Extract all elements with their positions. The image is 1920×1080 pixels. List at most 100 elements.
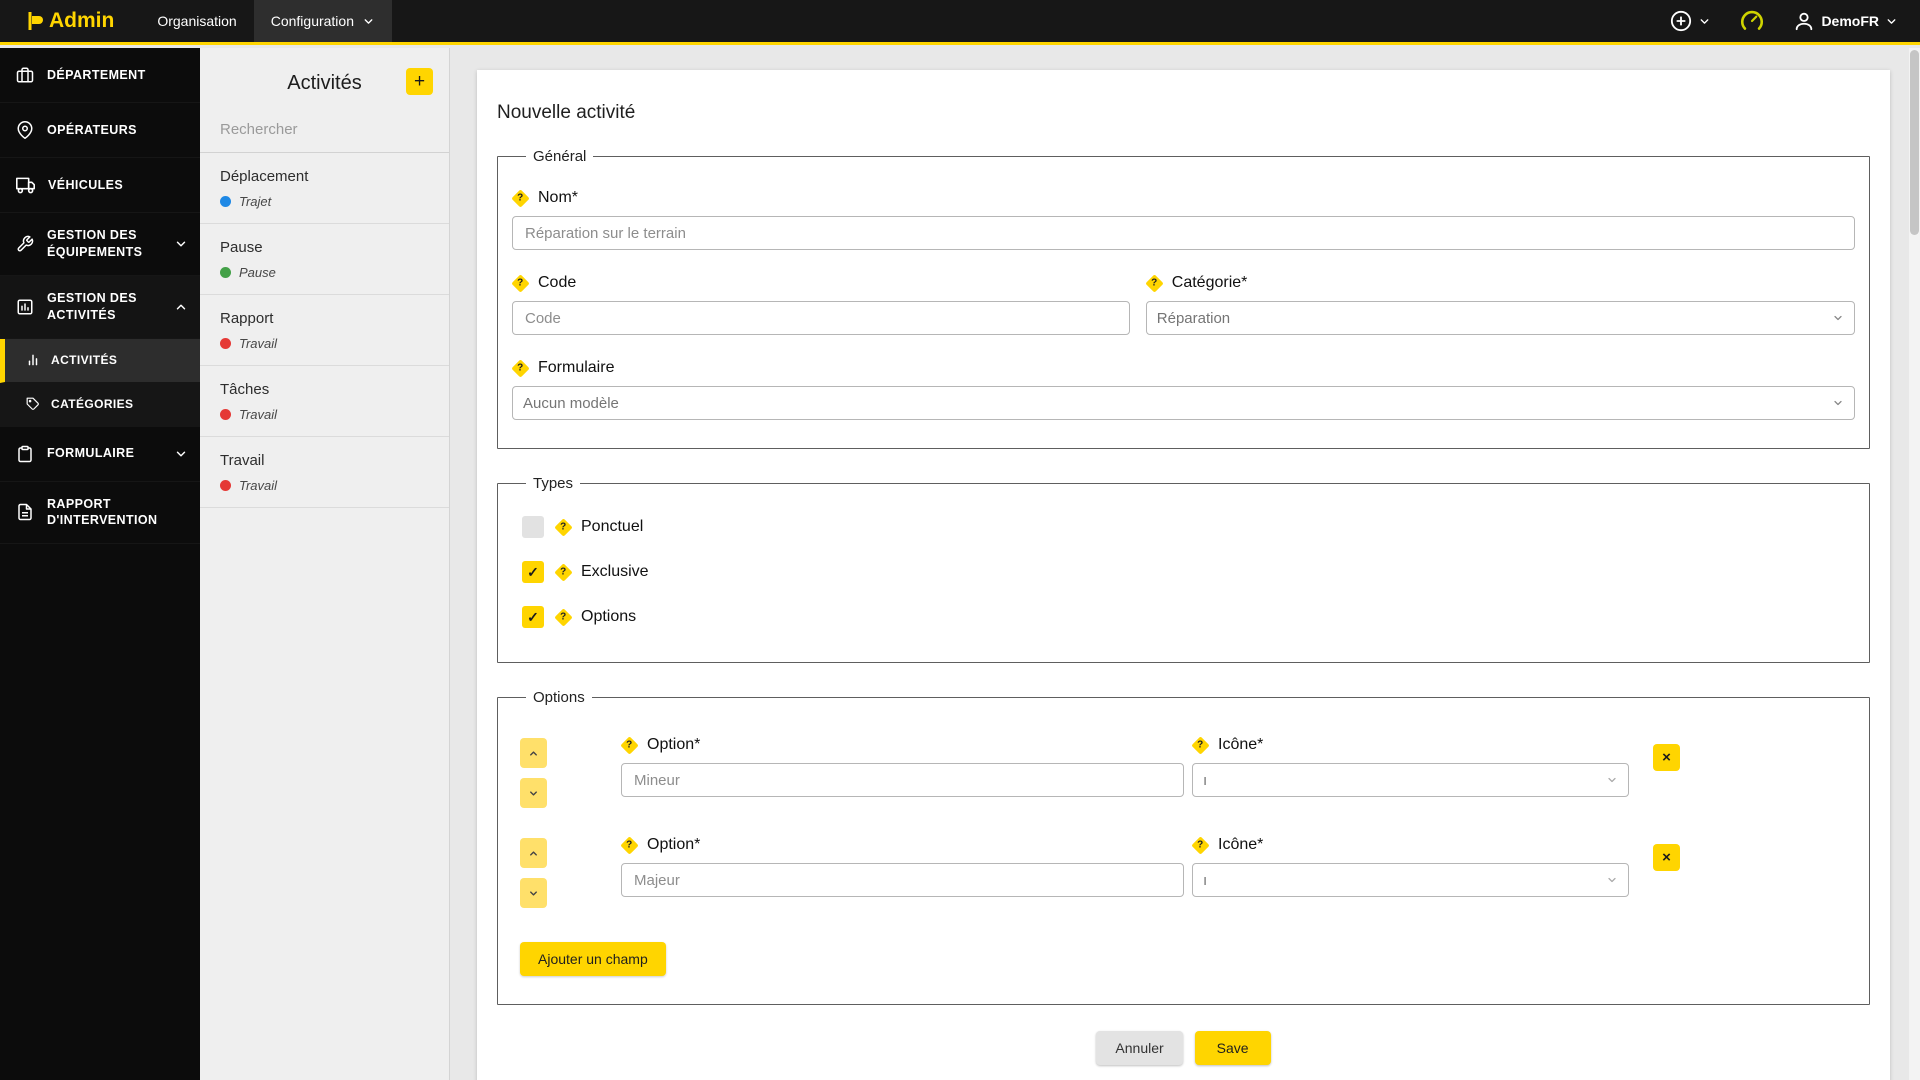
option-input[interactable] <box>621 863 1184 897</box>
help-icon[interactable]: ? <box>1145 273 1164 293</box>
sidebar-item-rapport-intervention[interactable]: RAPPORT D'INTERVENTION <box>0 482 200 545</box>
option-label: Option* <box>647 836 701 853</box>
ponctuel-checkbox[interactable] <box>522 516 544 538</box>
help-icon[interactable]: ? <box>554 562 573 582</box>
save-button[interactable]: Save <box>1194 1031 1271 1065</box>
exclusive-checkbox[interactable] <box>522 561 544 583</box>
add-field-button[interactable]: Ajouter un champ <box>520 942 666 976</box>
exclusive-label: ? Exclusive <box>554 562 649 582</box>
delete-option-button[interactable]: × <box>1653 844 1680 871</box>
briefcase-icon <box>16 66 34 84</box>
category-dot <box>220 409 231 420</box>
help-icon[interactable]: ? <box>511 358 530 378</box>
option-label-row: ? Option* <box>620 735 1184 755</box>
icone-label-row: ? Icône* <box>1191 835 1629 855</box>
move-up-button[interactable] <box>520 738 547 768</box>
icone-select[interactable]: ı <box>1192 863 1629 897</box>
reorder-controls <box>520 838 547 908</box>
option-field: ? Option* <box>620 835 1184 897</box>
activity-tag: Travail <box>220 478 429 493</box>
help-icon[interactable]: ? <box>554 517 573 537</box>
move-down-button[interactable] <box>520 878 547 908</box>
reorder-controls <box>520 738 547 808</box>
file-text-icon <box>16 503 34 521</box>
user-icon <box>1793 10 1815 32</box>
chevron-down-icon <box>174 447 188 461</box>
list-item-taches[interactable]: Tâches Travail <box>200 366 449 437</box>
option-input[interactable] <box>621 763 1184 797</box>
chevron-down-icon <box>1606 874 1618 886</box>
help-icon[interactable]: ? <box>1191 835 1210 855</box>
sidebar-item-gestion-activites[interactable]: GESTION DES ACTIVITÉS <box>0 275 200 339</box>
sidebar-item-label: GESTION DES ACTIVITÉS <box>47 290 137 322</box>
help-icon[interactable]: ? <box>1191 735 1210 755</box>
nom-input[interactable] <box>512 216 1855 250</box>
quick-add-menu[interactable] <box>1664 10 1717 32</box>
chart-board-icon <box>16 298 34 316</box>
fieldset-types: Types ? Ponctuel ? Exclusive ? O <box>497 475 1870 663</box>
categorie-field: ? Catégorie* Réparation <box>1145 273 1855 335</box>
main-content: Nouvelle activité Général ? Nom* ? Code <box>451 48 1920 1080</box>
help-icon[interactable]: ? <box>554 607 573 627</box>
icone-field: ? Icône* ı <box>1191 735 1629 797</box>
nav-organisation[interactable]: Organisation <box>140 0 253 42</box>
list-item-deplacement[interactable]: Déplacement Trajet <box>200 153 449 224</box>
help-icon[interactable]: ? <box>620 835 639 855</box>
option-label: Option* <box>647 736 701 753</box>
sidebar-item-formulaire[interactable]: FORMULAIRE <box>0 427 200 482</box>
icone-value: ı <box>1203 871 1208 889</box>
help-icon[interactable]: ? <box>511 273 530 293</box>
sidebar-item-gestion-equipements[interactable]: GESTION DES ÉQUIPEMENTS <box>0 213 200 276</box>
sidebar-item-departement[interactable]: DÉPARTEMENT <box>0 48 200 103</box>
sidebar-item-activites[interactable]: ACTIVITÉS <box>0 338 200 383</box>
option-row-2: ? Option* ? Icône* ı <box>512 835 1855 908</box>
plus-circle-icon <box>1670 10 1692 32</box>
code-input[interactable] <box>512 301 1130 335</box>
gauge-icon[interactable] <box>1731 8 1773 34</box>
help-icon[interactable]: ? <box>511 188 530 208</box>
page-scrollbar[interactable] <box>1909 48 1920 1080</box>
list-item-pause[interactable]: Pause Pause <box>200 224 449 295</box>
chevron-down-icon <box>174 237 188 251</box>
options-checkbox[interactable] <box>522 606 544 628</box>
sidebar-item-categories[interactable]: CATÉGORIES <box>0 382 200 427</box>
delete-option-button[interactable]: × <box>1653 744 1680 771</box>
help-icon[interactable]: ? <box>620 735 639 755</box>
option-field: ? Option* <box>620 735 1184 797</box>
sidebar-item-vehicules[interactable]: VÉHICULES <box>0 158 200 213</box>
fieldset-options-legend: Options <box>533 689 585 706</box>
add-activity-button[interactable]: + <box>406 68 433 95</box>
icone-select[interactable]: ı <box>1192 763 1629 797</box>
list-item-travail[interactable]: Travail Travail <box>200 437 449 508</box>
checkbox-label: Options <box>581 608 637 625</box>
list-item-rapport[interactable]: Rapport Travail <box>200 295 449 366</box>
cancel-button[interactable]: Annuler <box>1096 1031 1183 1065</box>
sidebar-item-label: CATÉGORIES <box>51 396 134 411</box>
user-name: DemoFR <box>1821 13 1879 29</box>
category-dot <box>220 196 231 207</box>
nav-configuration[interactable]: Configuration <box>253 0 392 42</box>
clipboard-icon <box>16 445 34 463</box>
nom-label: Nom* <box>538 189 579 206</box>
categorie-select[interactable]: Réparation <box>1145 301 1855 335</box>
sidebar-item-label: OPÉRATEURS <box>47 122 137 137</box>
scrollbar-thumb[interactable] <box>1910 50 1919 235</box>
move-up-button[interactable] <box>520 838 547 868</box>
search-input[interactable] <box>218 111 431 150</box>
chevron-down-icon <box>1885 15 1898 28</box>
nom-label-row: ? Nom* <box>511 188 1855 208</box>
sidebar-item-label: FORMULAIRE <box>47 446 135 461</box>
bar-chart-icon <box>26 353 40 367</box>
activity-tag-label: Travail <box>239 336 278 351</box>
user-menu[interactable]: DemoFR <box>1787 10 1904 32</box>
sidebar-item-operateurs[interactable]: OPÉRATEURS <box>0 103 200 158</box>
formulaire-select[interactable]: Aucun modèle <box>512 386 1855 420</box>
code-field: ? Code <box>511 273 1130 335</box>
categorie-label: Catégorie* <box>1171 274 1248 291</box>
app-logo[interactable]: Admin <box>0 0 140 42</box>
move-down-button[interactable] <box>520 778 547 808</box>
code-label-row: ? Code <box>511 273 1130 293</box>
panel-header: Activités + <box>200 48 449 111</box>
formulaire-label: Formulaire <box>538 359 615 376</box>
category-dot <box>220 338 231 349</box>
